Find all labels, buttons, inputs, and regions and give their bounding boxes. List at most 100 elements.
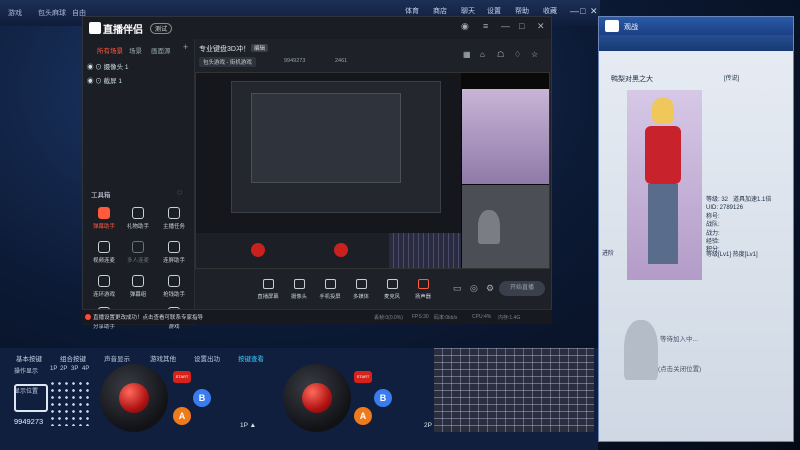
p2-joystick[interactable] xyxy=(302,383,332,413)
gear-icon[interactable]: ⚙ xyxy=(486,283,494,294)
heat-count: 2461 xyxy=(335,58,348,64)
monitor-icon xyxy=(262,279,274,289)
ctrl-tab-other[interactable]: 游戏其他 xyxy=(150,353,176,363)
p2-a-button[interactable]: A xyxy=(354,407,372,425)
ctrl-tab-output[interactable]: 设置出功 xyxy=(194,353,220,363)
screen-link-icon xyxy=(168,241,180,253)
danmu-group-icon xyxy=(132,275,144,287)
ctrl-tab-combo[interactable]: 组合按键 xyxy=(60,353,86,363)
player2-close-seat[interactable]: (点击关闭位置) xyxy=(658,363,701,373)
stream-logo-icon xyxy=(14,384,48,412)
tool-video-link[interactable]: 视频连麦 xyxy=(87,241,121,264)
scene-item-screenshot[interactable]: ◉ ⊙ 截屏 1 xyxy=(87,75,122,85)
p1-a-button[interactable]: A xyxy=(173,407,191,425)
media-button[interactable]: 多媒体 xyxy=(344,279,378,300)
preview-stick-right xyxy=(334,243,348,257)
topbar-menu-shop[interactable]: 商店 xyxy=(433,6,447,16)
tool-danmu-group[interactable]: 弹幕组 xyxy=(121,275,155,298)
tool-multi-link[interactable]: 多人连麦 xyxy=(121,241,155,264)
tool-task[interactable]: 主播任务 xyxy=(157,207,191,230)
alert-icon xyxy=(85,314,91,320)
character-jacket xyxy=(645,126,681,184)
keyboard-keys xyxy=(434,348,594,432)
topbar-menu-settings[interactable]: 设置 xyxy=(487,6,501,16)
phone-icon xyxy=(324,279,336,289)
ctrl-tab-sound[interactable]: 声音显示 xyxy=(104,353,130,363)
start-live-button[interactable]: 开始直播 xyxy=(499,281,545,296)
advance-button[interactable]: 进阶 xyxy=(602,248,614,257)
version-badge[interactable]: 测试 xyxy=(150,23,173,34)
player-2p[interactable]: 2P xyxy=(60,366,67,372)
player-4p[interactable]: 4P xyxy=(82,366,89,372)
microphone-button[interactable]: 麦克风 xyxy=(375,279,409,300)
preview-waiting-slot xyxy=(462,185,549,268)
add-scene-icon[interactable]: + xyxy=(183,42,188,52)
preview-game-capture xyxy=(196,73,461,233)
topbar-tab-games[interactable]: 游戏 xyxy=(8,8,22,18)
layout-icon[interactable]: ▦ xyxy=(463,50,471,59)
p1-start-button[interactable]: START xyxy=(173,371,191,383)
tool-screen-link[interactable]: 连屏助手 xyxy=(157,241,191,264)
tab-sources[interactable]: 画面源 xyxy=(151,45,171,55)
bell-icon[interactable]: ♢ xyxy=(514,50,521,59)
topbar-menu-sports[interactable]: 体育 xyxy=(405,6,419,16)
eye-icon[interactable]: ◎ xyxy=(470,283,478,294)
spectator-subheader xyxy=(599,35,793,51)
speaker-icon xyxy=(417,279,429,289)
player-1p[interactable]: 1P xyxy=(50,366,57,372)
stat-memory: 内存:1.4G xyxy=(498,315,521,321)
p2-b-button[interactable]: B xyxy=(374,389,392,407)
room-id: 9949273 xyxy=(284,58,306,64)
tool-money[interactable]: 抢钱助手 xyxy=(157,275,191,298)
screen-capture-button[interactable]: 直播屏幕 xyxy=(251,279,285,300)
toolbox-settings-icon[interactable]: ◌ xyxy=(177,187,182,197)
app-status-bar: 直播设置更改成功！点击查看可联系专家指导 丢帧:0(0.0%) FPS:30 码… xyxy=(82,309,552,324)
topbar-menu-chat[interactable]: 聊天 xyxy=(461,6,475,16)
star-icon[interactable]: ☆ xyxy=(531,50,538,59)
camera-button[interactable]: 摄像头 xyxy=(282,279,316,300)
tab-scenes[interactable]: 场景 xyxy=(129,45,142,55)
app-maximize-icon[interactable]: □ xyxy=(519,21,524,31)
maximize-icon[interactable]: □ xyxy=(580,6,585,16)
tab-all-scenes[interactable]: 所有场景 xyxy=(97,45,123,55)
player2-waiting: 等待加入中... xyxy=(660,336,698,343)
p2-start-button[interactable]: START xyxy=(354,371,372,383)
stream-room-id: 9949273 xyxy=(14,417,44,426)
topbar-tab-room[interactable]: 包头麻球 xyxy=(38,8,66,18)
app-close-icon[interactable]: ✕ xyxy=(537,21,545,32)
shop-icon[interactable]: ☖ xyxy=(497,50,504,59)
spectate-label[interactable]: 观战 xyxy=(624,22,638,32)
minimize-icon[interactable]: — xyxy=(570,6,579,16)
camera-icon xyxy=(293,279,305,289)
topbar-menu-help[interactable]: 帮助 xyxy=(515,6,529,16)
key-grid[interactable] xyxy=(49,380,93,426)
menu-icon[interactable]: ≡ xyxy=(483,21,488,31)
ctrl-tab-basic[interactable]: 基本按键 xyxy=(16,353,42,363)
home-icon[interactable]: ⌂ xyxy=(480,50,485,59)
phone-cast-button[interactable]: 手机投屏 xyxy=(313,279,347,300)
topbar-menu-fav[interactable]: 收藏 xyxy=(543,6,557,16)
avatar-icon[interactable]: ◉ xyxy=(461,21,469,32)
tool-game-chain[interactable]: 连环游戏 xyxy=(87,275,121,298)
close-icon[interactable]: ✕ xyxy=(590,6,598,17)
spectator-header: 观战 xyxy=(599,17,793,35)
player1-levels: 等级[Lv1] 热度[Lv1] xyxy=(706,252,758,258)
app-name: 直播伴侣 xyxy=(103,25,143,36)
ctrl-tab-keyview[interactable]: 按键查看 xyxy=(238,353,264,363)
app-minimize-icon[interactable]: — xyxy=(501,21,510,31)
category-selector[interactable]: 包头游戏 - 街机游戏 xyxy=(199,57,256,67)
tool-gift[interactable]: 礼物助手 xyxy=(121,207,155,230)
preview-keyboard-cam xyxy=(389,233,461,268)
stat-cpu: CPU:4% xyxy=(472,314,492,320)
notice-text[interactable]: 直播设置更改成功！点击查看可联系专家指导 xyxy=(93,313,203,321)
p1-joystick[interactable] xyxy=(119,383,149,413)
p1-b-button[interactable]: B xyxy=(193,389,211,407)
edit-room-button[interactable]: 编辑 xyxy=(251,44,269,52)
scene-item-camera[interactable]: ◉ ⊙ 摄像头 1 xyxy=(87,61,129,71)
player1-character xyxy=(627,90,702,280)
stat-dropped-frames: 丢帧:0(0.0%) xyxy=(374,315,403,321)
player-3p[interactable]: 3P xyxy=(71,366,78,372)
record-icon[interactable]: ▭ xyxy=(453,283,462,294)
tool-danmu[interactable]: 弹幕助手 xyxy=(87,207,121,230)
speaker-button[interactable]: 扬声器 xyxy=(406,279,440,300)
